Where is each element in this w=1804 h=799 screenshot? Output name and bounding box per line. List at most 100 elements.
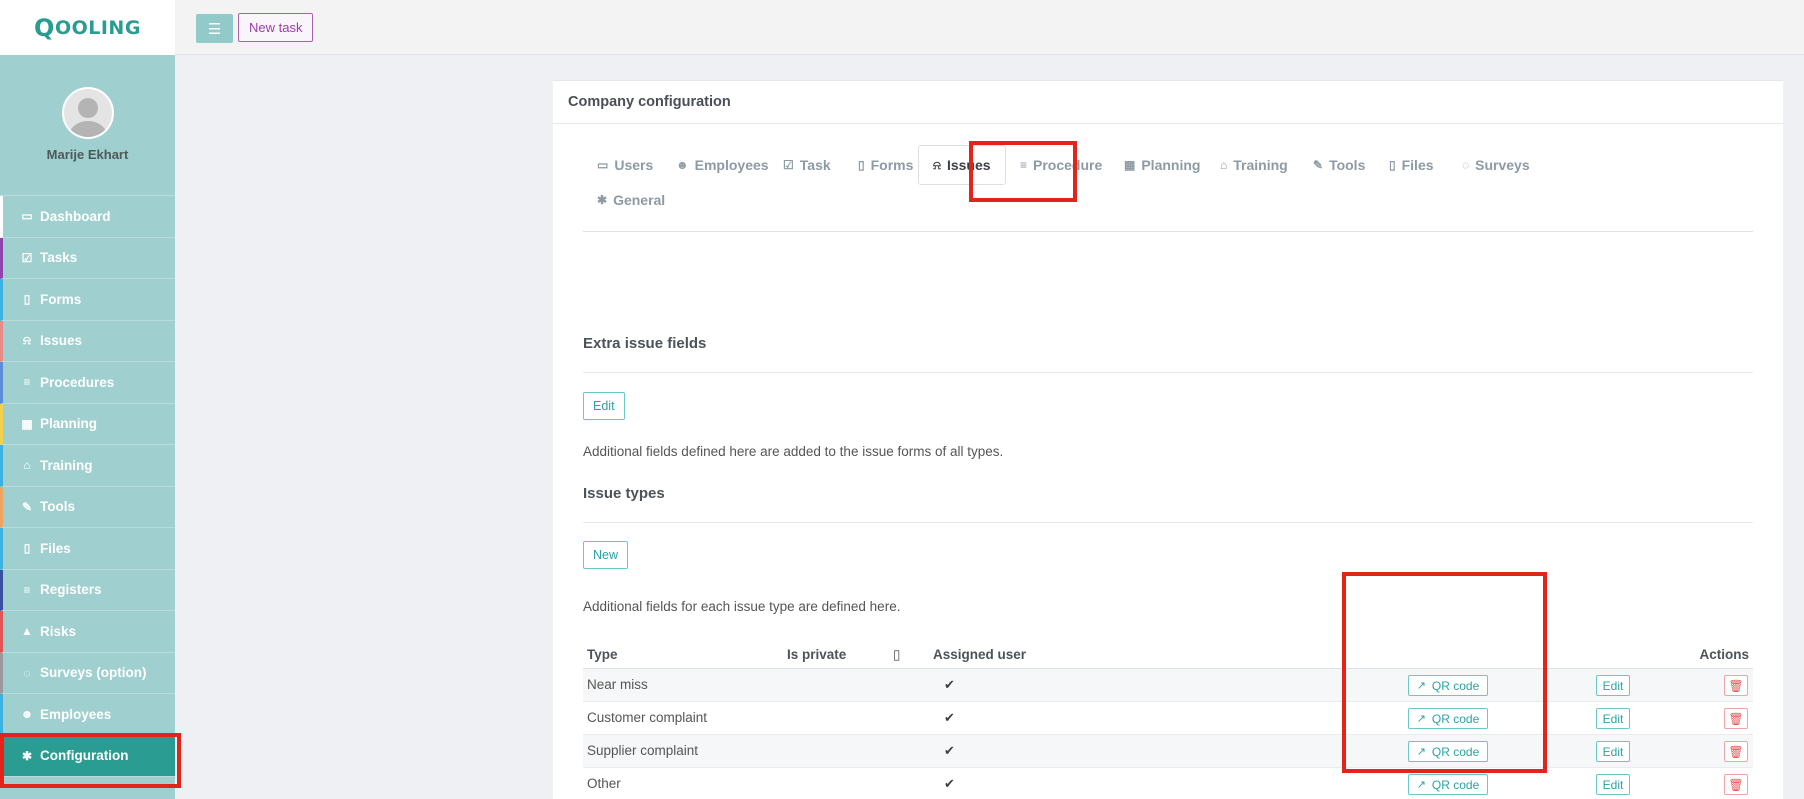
issue-types-note: Additional fields for each issue type ar… <box>583 599 901 614</box>
sidebar-item-procedures[interactable]: ≡ Procedures <box>0 362 175 404</box>
delete-button[interactable]: 🗑 <box>1724 675 1748 696</box>
tab-surveys[interactable]: ◌ Surveys <box>1462 145 1530 185</box>
issue-type-name: Other <box>587 776 621 791</box>
checkbox-icon: ☑ <box>783 158 794 172</box>
column-is-private[interactable]: Is private <box>787 647 846 662</box>
external-link-icon: ↗ <box>1416 713 1426 725</box>
qr-code-button[interactable]: ↗ QR code <box>1408 774 1488 795</box>
trash-icon: 🗑 <box>1728 744 1744 759</box>
divider <box>583 522 1753 523</box>
sidebar-nav: ▭ Dashboard ☑ Tasks ▯ Forms ⍾ Issues ≡ Procedures… <box>0 196 175 777</box>
edit-issue-type-button[interactable]: Edit <box>1596 675 1630 696</box>
tab-tools[interactable]: ✎ Tools <box>1313 145 1365 185</box>
sidebar-item-registers[interactable]: ≡ Registers <box>0 569 175 611</box>
column-type[interactable]: Type <box>587 647 618 662</box>
logo[interactable]: Q OOLING <box>0 0 175 55</box>
sidebar-item-training[interactable]: ⌂ Training <box>0 445 175 487</box>
sidebar-item-risks[interactable]: ▲ Risks <box>0 611 175 653</box>
qr-code-label: QR code <box>1431 777 1480 792</box>
tab-label: Planning <box>1141 157 1201 173</box>
trash-icon: 🗑 <box>1728 711 1744 726</box>
new-issue-type-button[interactable]: New <box>583 541 629 569</box>
qr-code-button[interactable]: ↗ QR code <box>1408 708 1488 729</box>
file-icon: ▯ <box>23 541 31 556</box>
sidebar-item-tasks[interactable]: ☑ Tasks <box>0 237 175 279</box>
monitor-icon: ▭ <box>21 209 33 224</box>
sidebar-item-issues[interactable]: ⍾ Issues <box>0 320 175 362</box>
edit-issue-type-button[interactable]: Edit <box>1596 774 1630 795</box>
tab-forms[interactable]: ▯ Forms <box>858 145 913 185</box>
sidebar-item-label: Procedures <box>40 374 115 390</box>
tab-planning[interactable]: ▦ Planning <box>1124 145 1200 185</box>
chat-icon: ◌ <box>23 665 31 680</box>
delete-button[interactable]: 🗑 <box>1724 708 1748 729</box>
table-header: Type Is private ▯ Assigned user Actions <box>583 641 1753 669</box>
id-card-icon: ▭ <box>597 158 609 172</box>
edit-issue-type-button[interactable]: Edit <box>1596 741 1630 762</box>
user-name: Marije Ekhart <box>46 147 129 162</box>
tab-training[interactable]: ⌂ Training <box>1220 145 1288 185</box>
file-icon: ▯ <box>23 292 31 307</box>
check-icon: ✔ <box>944 776 955 791</box>
check-icon: ✔ <box>944 710 955 725</box>
issue-type-name: Near miss <box>587 677 648 692</box>
sidebar-item-tools[interactable]: ✎ Tools <box>0 486 175 528</box>
qr-code-button[interactable]: ↗ QR code <box>1408 741 1488 762</box>
sidebar-item-label: Issues <box>40 333 83 349</box>
calendar-icon: ▦ <box>21 416 33 431</box>
sidebar-item-surveys-option[interactable]: ◌ Surveys (option) <box>0 652 175 694</box>
extra-fields-note: Additional fields defined here are added… <box>583 444 1004 459</box>
tab-files[interactable]: ▯ Files <box>1389 145 1434 185</box>
edit-extra-fields-button[interactable]: Edit <box>583 392 625 420</box>
tab-label: Task <box>799 157 831 173</box>
wrench-icon: ✎ <box>1313 158 1324 172</box>
checkbox-icon: ☑ <box>21 250 33 265</box>
sidebar-item-files[interactable]: ▯ Files <box>0 528 175 570</box>
sidebar-item-label: Surveys (option) <box>40 665 147 681</box>
tab-label: Training <box>1233 157 1288 173</box>
sidebar-item-employees[interactable]: ☻ Employees <box>0 694 175 736</box>
tab-label: Users <box>614 157 654 173</box>
tab-label: General <box>613 192 666 208</box>
calendar-icon: ▦ <box>1124 158 1136 172</box>
qr-code-label: QR code <box>1431 744 1480 759</box>
divider <box>583 372 1753 373</box>
tab-label: Tools <box>1329 157 1366 173</box>
list-icon: ≡ <box>23 375 31 390</box>
tab-general[interactable]: ✱ General <box>597 180 665 220</box>
tab-task[interactable]: ☑ Task <box>783 145 831 185</box>
users-icon: ☻ <box>20 707 34 722</box>
qr-code-button[interactable]: ↗ QR code <box>1408 675 1488 696</box>
list-icon: ≡ <box>23 582 31 597</box>
delete-button[interactable]: 🗑 <box>1724 774 1748 795</box>
list-icon: ≡ <box>1020 158 1028 172</box>
tab-label: Surveys <box>1475 157 1530 173</box>
sidebar-item-label: Configuration <box>40 748 129 764</box>
graduation-cap-icon: ⌂ <box>1220 158 1228 172</box>
qr-code-label: QR code <box>1431 711 1480 726</box>
new-task-button[interactable]: New task <box>238 13 314 42</box>
menu-toggle-button[interactable]: ☰ <box>196 14 233 43</box>
issue-type-name: Supplier complaint <box>587 743 699 758</box>
logo-initial: Q <box>34 13 55 42</box>
tab-procedure[interactable]: ≡ Procedure <box>1020 145 1102 185</box>
tab-issues[interactable]: ⍾ Issues <box>918 145 1006 185</box>
sidebar-item-planning[interactable]: ▦ Planning <box>0 403 175 445</box>
edit-issue-type-button[interactable]: Edit <box>1596 708 1630 729</box>
column-assigned-user[interactable]: Assigned user <box>933 647 1026 662</box>
trash-icon: 🗑 <box>1728 777 1744 792</box>
delete-button[interactable]: 🗑 <box>1724 741 1748 762</box>
sidebar-item-label: Forms <box>40 291 82 307</box>
config-panel: Company configuration ▭ Users ☻ Employees ☑ T… <box>553 80 1783 799</box>
avatar[interactable] <box>61 87 114 139</box>
sidebar-item-forms[interactable]: ▯ Forms <box>0 279 175 321</box>
issue-types-heading: Issue types <box>583 485 665 502</box>
table-body: Near miss ✔ ↗ QR code Edit 🗑 Customer complain… <box>583 669 1753 799</box>
tab-label: Issues <box>946 157 991 173</box>
sidebar-item-label: Training <box>40 457 93 473</box>
tab-employees[interactable]: ☻ Employees <box>676 145 769 185</box>
tab-users[interactable]: ▭ Users <box>597 145 653 185</box>
sidebar-item-configuration[interactable]: ✱ Configuration <box>0 735 175 777</box>
file-icon: ▯ <box>1389 158 1396 172</box>
sidebar-item-dashboard[interactable]: ▭ Dashboard <box>0 196 175 238</box>
